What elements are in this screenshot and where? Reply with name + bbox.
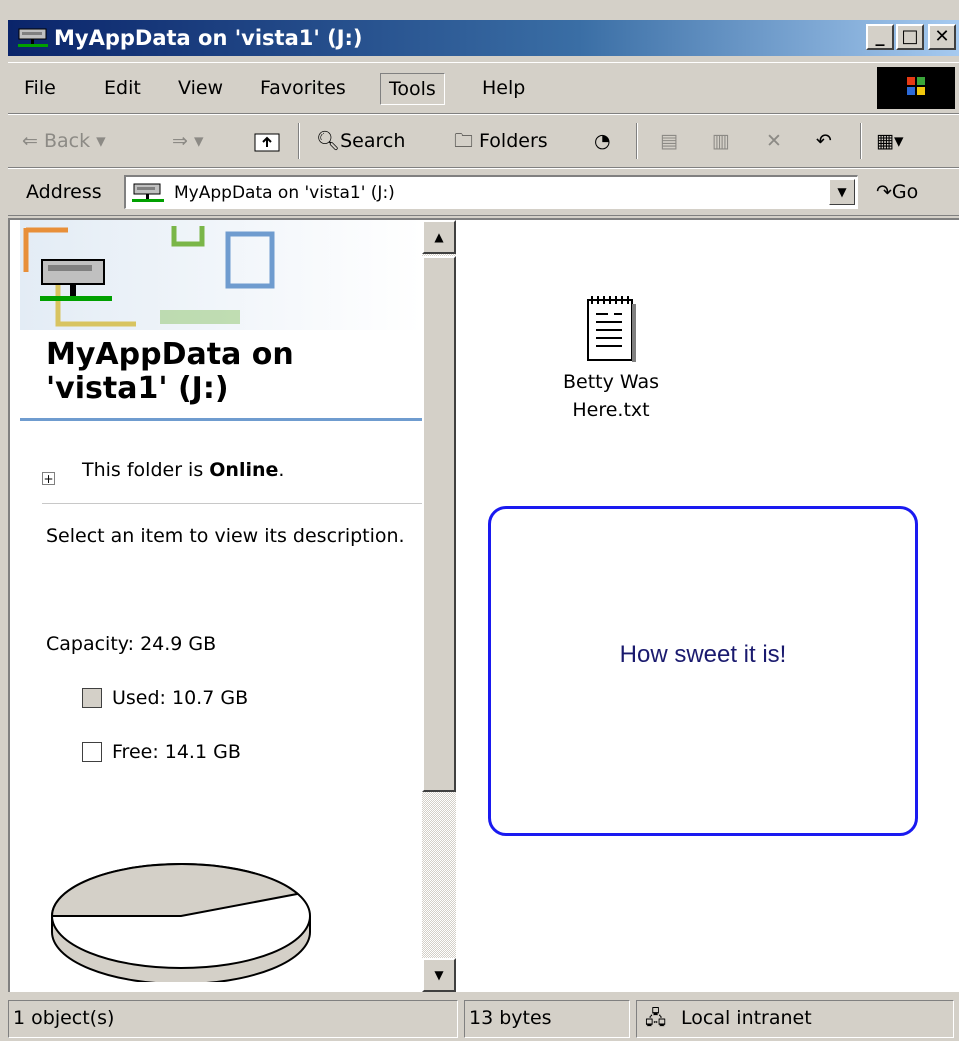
- forward-button[interactable]: ⇒ ▾: [172, 125, 204, 157]
- pane-divider: [42, 503, 422, 504]
- file-list-pane: Betty Was Here.txt How sweet it is!: [456, 220, 959, 992]
- search-button[interactable]: 🔍︎Search: [316, 125, 405, 157]
- status-size: 13 bytes: [464, 1000, 630, 1038]
- views-icon[interactable]: ▦▾: [876, 125, 904, 157]
- pane-header-graphic: [20, 220, 422, 330]
- scroll-thumb[interactable]: [422, 256, 456, 792]
- online-status-text: This folder is Online.: [82, 459, 285, 481]
- network-drive-icon: [132, 183, 164, 202]
- search-icon: 🔍︎: [316, 130, 341, 152]
- used-swatch: [82, 688, 102, 708]
- address-dropdown-button[interactable]: ▼: [829, 179, 855, 205]
- explorer-window: MyAppData on 'vista1' (J:) _ □ ✕ File Ed…: [0, 0, 959, 1041]
- pane-title: MyAppData on 'vista1' (J:): [46, 337, 294, 406]
- capacity-text: Capacity: 24.9 GB: [46, 633, 217, 655]
- disk-usage-pie-chart: [50, 863, 311, 982]
- copy-to-icon[interactable]: ▥: [712, 125, 730, 157]
- window-title: MyAppData on 'vista1' (J:): [54, 26, 363, 50]
- back-button[interactable]: ⇐ Back ▾: [22, 125, 106, 157]
- go-button[interactable]: ↷Go: [876, 177, 918, 207]
- move-to-icon[interactable]: ▤: [660, 125, 678, 157]
- online-status-value: Online: [209, 459, 279, 481]
- up-folder-icon[interactable]: [252, 125, 282, 157]
- toolbar: ⇐ Back ▾ ⇒ ▾ 🔍︎Search 🗀︎ Folders ◔ ▤ ▥ ✕…: [8, 114, 959, 168]
- pane-title-underline: [20, 418, 422, 421]
- content-area: MyAppData on 'vista1' (J:) + This folder…: [8, 218, 959, 992]
- note-text: How sweet it is!: [619, 641, 787, 668]
- vertical-scrollbar[interactable]: ▲ ▼: [422, 220, 456, 992]
- free-swatch: [82, 742, 102, 762]
- go-arrow-icon: ↷: [876, 181, 892, 203]
- expand-plus-icon[interactable]: +: [42, 472, 55, 485]
- minimize-button[interactable]: _: [866, 24, 894, 50]
- menu-view[interactable]: View: [170, 73, 231, 103]
- free-text: Free: 14.1 GB: [112, 741, 241, 763]
- back-arrow-icon: ⇐: [22, 130, 44, 152]
- title-bar[interactable]: MyAppData on 'vista1' (J:) _ □ ✕: [8, 20, 959, 56]
- toolbar-separator: [860, 123, 862, 159]
- description-text: Select an item to view its description.: [46, 525, 405, 547]
- forward-arrow-icon: ⇒ ▾: [172, 130, 204, 152]
- address-value: MyAppData on 'vista1' (J:): [174, 183, 395, 203]
- address-label: Address: [26, 181, 102, 203]
- status-bar: 1 object(s) 13 bytes 🖧︎ Local intranet: [8, 996, 959, 1041]
- network-drive-icon: [18, 28, 48, 47]
- scroll-down-button[interactable]: ▼: [422, 958, 456, 992]
- toolbar-separator: [636, 123, 638, 159]
- menu-help[interactable]: Help: [474, 73, 533, 103]
- folders-icon: 🗀︎: [454, 130, 480, 152]
- history-icon[interactable]: ◔: [594, 125, 611, 157]
- windows-logo-icon: [877, 67, 955, 109]
- close-button[interactable]: ✕: [928, 24, 956, 50]
- toolbar-separator: [298, 123, 300, 159]
- undo-icon[interactable]: ↶: [816, 125, 832, 157]
- note-box: How sweet it is!: [488, 506, 918, 836]
- file-name-label: Betty Was Here.txt: [562, 371, 660, 421]
- delete-icon[interactable]: ✕: [766, 125, 782, 157]
- status-object-count: 1 object(s): [8, 1000, 458, 1038]
- used-text: Used: 10.7 GB: [112, 687, 249, 709]
- menu-bar: File Edit View Favorites Tools Help: [8, 62, 959, 114]
- details-pane: MyAppData on 'vista1' (J:) + This folder…: [20, 220, 422, 992]
- menu-file[interactable]: File: [16, 73, 64, 103]
- chevron-down-icon: ▾: [90, 130, 106, 152]
- menu-tools[interactable]: Tools: [380, 73, 445, 105]
- menu-edit[interactable]: Edit: [96, 73, 149, 103]
- menu-favorites[interactable]: Favorites: [252, 73, 354, 103]
- intranet-zone-icon: 🖧︎: [645, 1007, 667, 1029]
- scroll-up-button[interactable]: ▲: [422, 220, 456, 254]
- status-zone: 🖧︎ Local intranet: [636, 1000, 954, 1038]
- maximize-button[interactable]: □: [896, 24, 924, 50]
- folders-button[interactable]: 🗀︎ Folders: [454, 125, 548, 157]
- address-field[interactable]: MyAppData on 'vista1' (J:) ▼: [124, 175, 858, 209]
- address-bar: Address MyAppData on 'vista1' (J:) ▼ ↷Go: [8, 168, 959, 216]
- text-file-icon: [587, 296, 636, 362]
